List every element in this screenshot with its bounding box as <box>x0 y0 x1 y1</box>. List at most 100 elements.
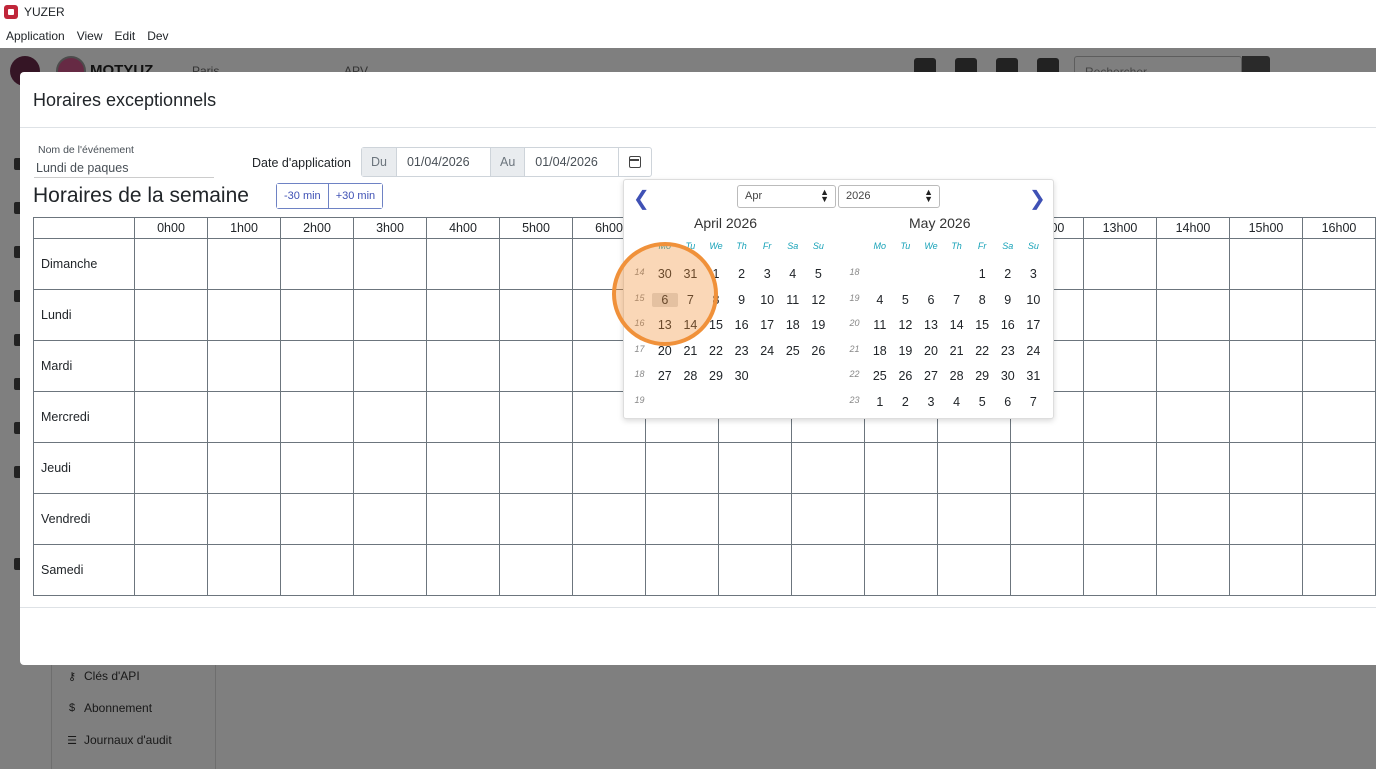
day-cell[interactable]: 18 <box>780 318 806 332</box>
day-cell[interactable]: 10 <box>1021 293 1047 307</box>
year-select[interactable]: 2026 ▲ ▼ <box>838 185 940 208</box>
menu-application[interactable]: Application <box>0 29 71 43</box>
day-cell[interactable]: 6 <box>995 395 1021 409</box>
time-slot-cell[interactable] <box>134 493 208 545</box>
day-cell[interactable]: 5 <box>969 395 995 409</box>
day-cell[interactable]: 24 <box>1021 344 1047 358</box>
time-slot-cell[interactable] <box>1229 340 1303 392</box>
day-cell[interactable]: 11 <box>867 318 893 332</box>
day-cell[interactable]: 4 <box>867 293 893 307</box>
day-cell[interactable]: 4 <box>780 267 806 281</box>
time-slot-cell[interactable] <box>499 442 573 494</box>
time-slot-cell[interactable] <box>718 544 792 596</box>
time-slot-cell[interactable] <box>1229 493 1303 545</box>
time-slot-cell[interactable] <box>1010 544 1084 596</box>
day-cell[interactable]: 10 <box>754 293 780 307</box>
time-slot-cell[interactable] <box>1010 493 1084 545</box>
time-slot-cell[interactable] <box>353 340 427 392</box>
time-slot-cell[interactable] <box>426 544 500 596</box>
day-cell[interactable]: 28 <box>944 369 970 383</box>
time-slot-cell[interactable] <box>207 442 281 494</box>
time-slot-cell[interactable] <box>1156 544 1230 596</box>
time-slot-cell[interactable] <box>499 544 573 596</box>
time-slot-cell[interactable] <box>1302 238 1376 290</box>
time-slot-cell[interactable] <box>864 493 938 545</box>
plus-30-button[interactable]: +30 min <box>327 184 383 208</box>
time-slot-cell[interactable] <box>134 391 208 443</box>
time-slot-cell[interactable] <box>353 442 427 494</box>
time-slot-cell[interactable] <box>353 289 427 341</box>
time-slot-cell[interactable] <box>791 442 865 494</box>
time-slot-cell[interactable] <box>499 238 573 290</box>
time-slot-cell[interactable] <box>353 544 427 596</box>
time-slot-cell[interactable] <box>1229 289 1303 341</box>
time-slot-cell[interactable] <box>499 340 573 392</box>
next-month-icon[interactable]: ❯ <box>1029 186 1046 211</box>
time-slot-cell[interactable] <box>426 289 500 341</box>
time-slot-cell[interactable] <box>280 238 354 290</box>
menu-dev[interactable]: Dev <box>141 29 174 43</box>
time-slot-cell[interactable] <box>426 340 500 392</box>
time-slot-cell[interactable] <box>1156 289 1230 341</box>
time-slot-cell[interactable] <box>426 238 500 290</box>
minus-30-button[interactable]: -30 min <box>277 184 328 208</box>
time-slot-cell[interactable] <box>1302 289 1376 341</box>
calendar-toggle-button[interactable] <box>619 148 651 176</box>
time-slot-cell[interactable] <box>280 340 354 392</box>
time-slot-cell[interactable] <box>280 289 354 341</box>
day-cell[interactable]: 24 <box>754 344 780 358</box>
menu-edit[interactable]: Edit <box>109 29 142 43</box>
time-slot-cell[interactable] <box>207 289 281 341</box>
day-cell[interactable]: 26 <box>806 344 832 358</box>
time-slot-cell[interactable] <box>1083 391 1157 443</box>
time-slot-cell[interactable] <box>1156 391 1230 443</box>
day-cell[interactable]: 30 <box>995 369 1021 383</box>
time-slot-cell[interactable] <box>207 391 281 443</box>
day-cell[interactable]: 20 <box>918 344 944 358</box>
day-cell[interactable]: 9 <box>729 293 755 307</box>
time-slot-cell[interactable] <box>1156 238 1230 290</box>
time-slot-cell[interactable] <box>1302 493 1376 545</box>
day-cell[interactable]: 18 <box>867 344 893 358</box>
day-cell[interactable]: 16 <box>729 318 755 332</box>
time-slot-cell[interactable] <box>207 544 281 596</box>
time-slot-cell[interactable] <box>499 289 573 341</box>
time-slot-cell[interactable] <box>937 493 1011 545</box>
day-cell[interactable]: 29 <box>703 369 729 383</box>
time-slot-cell[interactable] <box>207 340 281 392</box>
time-slot-cell[interactable] <box>280 493 354 545</box>
time-slot-cell[interactable] <box>1302 442 1376 494</box>
time-slot-cell[interactable] <box>134 442 208 494</box>
day-cell[interactable]: 21 <box>678 344 704 358</box>
time-slot-cell[interactable] <box>1083 493 1157 545</box>
time-slot-cell[interactable] <box>572 544 646 596</box>
time-slot-cell[interactable] <box>864 544 938 596</box>
time-slot-cell[interactable] <box>134 289 208 341</box>
month-select[interactable]: Apr ▲ ▼ <box>737 185 836 208</box>
time-slot-cell[interactable] <box>207 493 281 545</box>
time-slot-cell[interactable] <box>1229 544 1303 596</box>
time-slot-cell[interactable] <box>791 493 865 545</box>
day-cell[interactable]: 1 <box>867 395 893 409</box>
day-cell[interactable]: 26 <box>893 369 919 383</box>
time-slot-cell[interactable] <box>645 493 719 545</box>
menu-view[interactable]: View <box>71 29 109 43</box>
time-slot-cell[interactable] <box>1156 442 1230 494</box>
time-slot-cell[interactable] <box>937 442 1011 494</box>
prev-month-icon[interactable]: ❮ <box>633 186 650 211</box>
day-cell[interactable]: 19 <box>806 318 832 332</box>
time-slot-cell[interactable] <box>718 493 792 545</box>
time-slot-cell[interactable] <box>426 493 500 545</box>
day-cell[interactable]: 9 <box>995 293 1021 307</box>
time-slot-cell[interactable] <box>207 238 281 290</box>
time-slot-cell[interactable] <box>426 442 500 494</box>
day-cell[interactable]: 3 <box>754 267 780 281</box>
day-cell[interactable]: 8 <box>969 293 995 307</box>
day-cell[interactable]: 19 <box>893 344 919 358</box>
time-slot-cell[interactable] <box>1302 544 1376 596</box>
day-cell[interactable]: 11 <box>780 293 806 307</box>
time-slot-cell[interactable] <box>1083 442 1157 494</box>
day-cell[interactable]: 27 <box>918 369 944 383</box>
day-cell[interactable]: 30 <box>729 369 755 383</box>
time-slot-cell[interactable] <box>1083 289 1157 341</box>
